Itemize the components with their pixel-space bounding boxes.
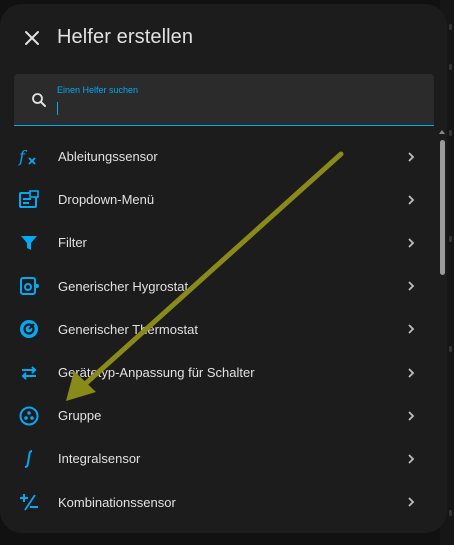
list-item-generic-thermostat[interactable]: Generischer Thermostat bbox=[0, 308, 436, 351]
scrollbar-up-arrow[interactable] bbox=[439, 130, 445, 134]
list-item-label: Generischer Thermostat bbox=[58, 321, 198, 337]
search-floating-label: Einen Helfer suchen bbox=[57, 85, 139, 95]
chevron-right-icon bbox=[408, 151, 415, 162]
chevron-right-icon bbox=[408, 367, 415, 378]
close-icon bbox=[25, 31, 39, 45]
text-caret bbox=[57, 102, 58, 115]
search-input[interactable] bbox=[56, 98, 416, 116]
create-helper-dialog: Helfer erstellen Einen Helfer suchen f A… bbox=[0, 4, 447, 533]
scrollbar-thumb[interactable] bbox=[440, 140, 445, 275]
dropdown-form-icon bbox=[18, 189, 40, 211]
helper-list: f Ableitungssensor Dropdown-Menü Filter … bbox=[0, 135, 436, 524]
list-item-group[interactable]: Gruppe bbox=[0, 394, 436, 437]
list-item-label: Kombinationssensor bbox=[58, 494, 176, 510]
list-item-combination-sensor[interactable]: Kombinationssensor bbox=[0, 481, 436, 524]
chevron-right-icon bbox=[408, 497, 415, 507]
chevron-right-icon bbox=[408, 411, 415, 421]
group-icon bbox=[18, 405, 40, 427]
swap-arrows-icon bbox=[18, 362, 40, 384]
integral-icon bbox=[18, 448, 40, 470]
chevron-right-icon bbox=[408, 238, 415, 248]
filter-icon bbox=[18, 232, 40, 254]
list-item-generic-hygrostat[interactable]: Generischer Hygrostat bbox=[0, 265, 436, 308]
list-item-ableitungssensor[interactable]: f Ableitungssensor bbox=[0, 135, 436, 178]
close-button[interactable] bbox=[18, 24, 46, 52]
dialog-title: Helfer erstellen bbox=[57, 26, 194, 48]
search-icon bbox=[32, 93, 46, 107]
list-item-label: Generischer Hygrostat bbox=[58, 278, 189, 294]
list-item-label: Dropdown-Menü bbox=[58, 192, 155, 208]
chevron-right-icon bbox=[408, 195, 415, 205]
list-item-switch-as-x[interactable]: Gerätetyp-Anpassung für Schalter bbox=[0, 351, 436, 394]
list-item-label: Gruppe bbox=[58, 408, 102, 424]
list-item-label: Integralsensor bbox=[58, 451, 141, 467]
svg-text:f: f bbox=[18, 147, 28, 166]
list-item-label: Filter bbox=[58, 235, 87, 251]
list-item-filter[interactable]: Filter bbox=[0, 221, 436, 264]
list-item-label: Ableitungssensor bbox=[58, 149, 158, 165]
thermostat-icon bbox=[18, 318, 40, 340]
hygrostat-icon bbox=[18, 275, 40, 297]
dialog-header: Helfer erstellen bbox=[0, 4, 447, 70]
search-field[interactable]: Einen Helfer suchen bbox=[14, 74, 434, 126]
chevron-right-icon bbox=[408, 281, 415, 291]
plus-minus-icon bbox=[18, 491, 40, 513]
chevron-right-icon bbox=[408, 324, 415, 334]
list-item-integral-sensor[interactable]: Integralsensor bbox=[0, 437, 436, 480]
list-item-label: Gerätetyp-Anpassung für Schalter bbox=[58, 365, 255, 381]
chevron-right-icon bbox=[408, 454, 415, 464]
list-item-dropdown-menu[interactable]: Dropdown-Menü bbox=[0, 178, 436, 221]
function-icon: f bbox=[18, 146, 40, 168]
